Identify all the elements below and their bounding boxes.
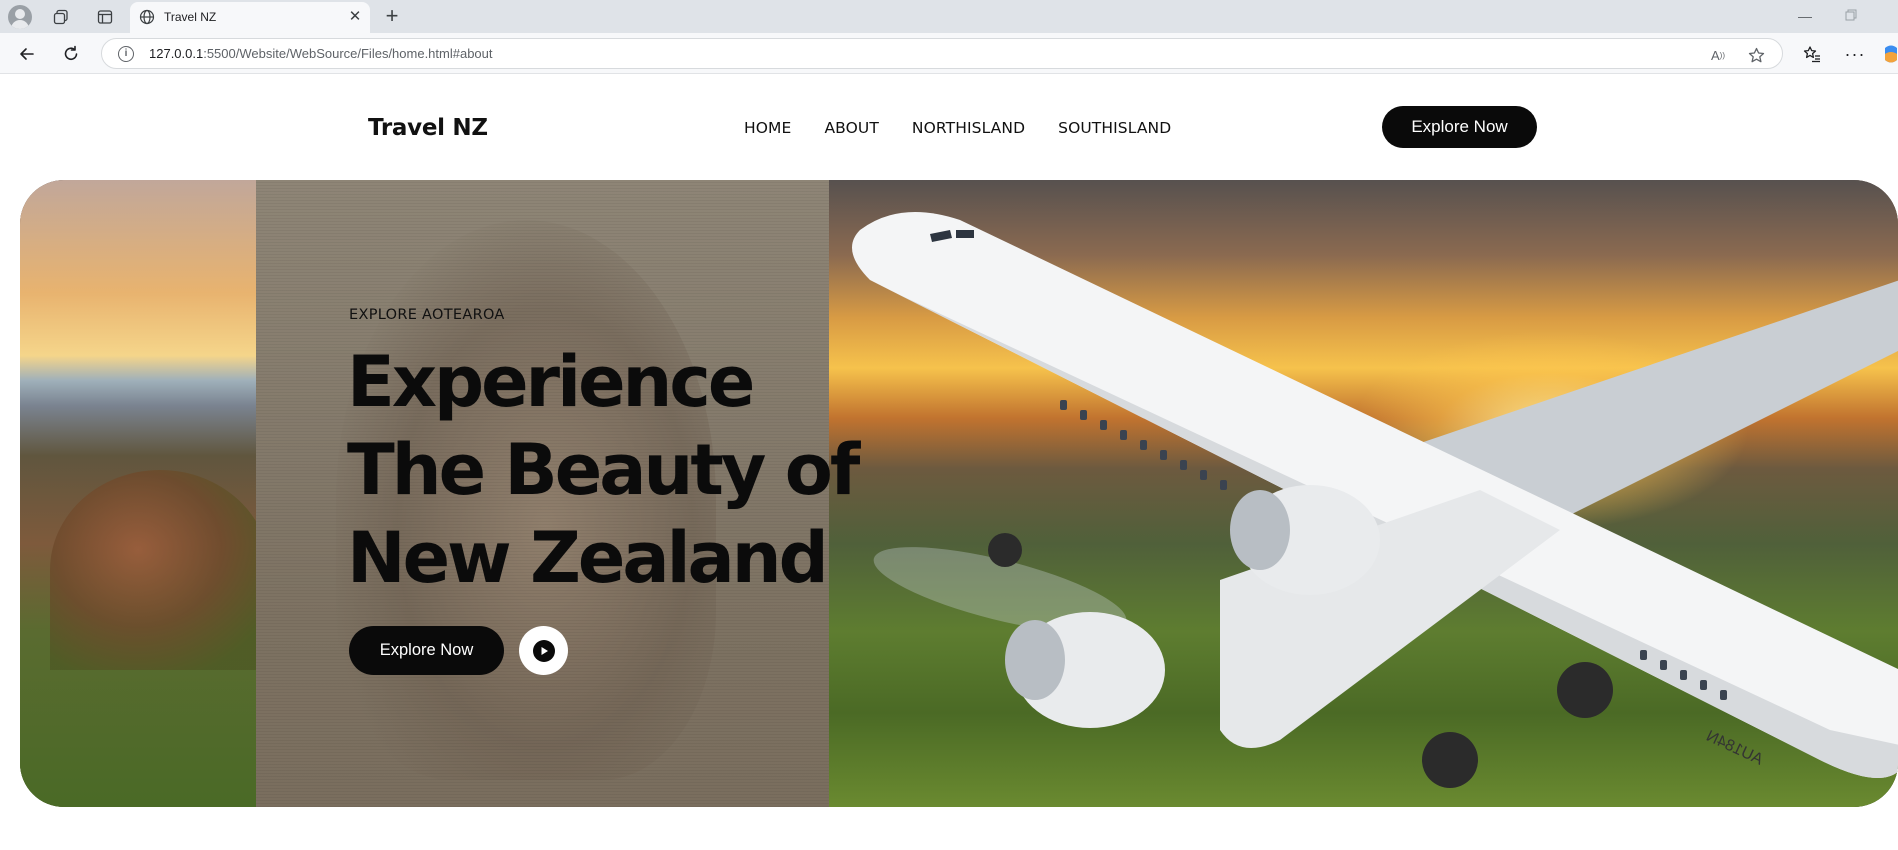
copilot-icon[interactable] [1883, 42, 1898, 66]
hero-title-line-2: The Beauty of [347, 429, 860, 511]
restore-icon[interactable] [1840, 6, 1862, 26]
nav-about[interactable]: ABOUT [824, 119, 878, 137]
address-bar[interactable]: i 127.0.0.1:5500/Website/WebSource/Files… [101, 38, 1783, 69]
nav-southisland[interactable]: SOUTHISLAND [1058, 119, 1171, 137]
read-aloud-icon[interactable]: A)) [1708, 45, 1728, 65]
more-icon[interactable]: ··· [1843, 42, 1867, 66]
hero-explore-button[interactable]: Explore Now [349, 626, 504, 675]
globe-icon [139, 9, 155, 25]
browser-tabstrip: Travel NZ ✕ + — [0, 0, 1898, 33]
browser-tab[interactable]: Travel NZ ✕ [130, 2, 370, 33]
profile-icon[interactable] [8, 5, 32, 29]
plus-icon[interactable]: + [380, 5, 404, 29]
hero-banner: AU184N EXPLORE AOTEAROA Experience The B… [20, 180, 1898, 807]
workspaces-icon[interactable] [51, 7, 71, 27]
hero-title-line-1: Experience [347, 341, 755, 423]
hero-title: Experience The Beauty of New Zealand [347, 338, 860, 602]
page: Travel NZ HOME ABOUT NORTHISLAND SOUTHIS… [0, 75, 1898, 850]
close-icon[interactable]: ✕ [346, 8, 364, 26]
tab-actions-icon[interactable] [95, 7, 115, 27]
favorites-icon[interactable] [1800, 42, 1824, 66]
hill-shape [50, 470, 270, 670]
hero-title-line-3: New Zealand [347, 517, 829, 599]
tab-title: Travel NZ [164, 10, 217, 24]
nav-home[interactable]: HOME [744, 119, 791, 137]
airplane-image: AU184N [852, 212, 1898, 788]
main-nav: HOME ABOUT NORTHISLAND SOUTHISLAND [744, 119, 1171, 137]
play-icon [532, 639, 555, 662]
url-text[interactable]: 127.0.0.1:5500/Website/WebSource/Files/h… [149, 46, 493, 61]
minimize-icon[interactable]: — [1794, 6, 1816, 26]
back-icon[interactable] [15, 42, 39, 66]
plane-registration: AU184N [1703, 728, 1765, 769]
favorite-icon[interactable] [1746, 45, 1766, 65]
site-logo[interactable]: Travel NZ [368, 115, 488, 141]
info-icon[interactable]: i [118, 46, 134, 62]
hero-eyebrow: EXPLORE AOTEAROA [349, 307, 505, 323]
nav-northisland[interactable]: NORTHISLAND [912, 119, 1025, 137]
browser-toolbar: i 127.0.0.1:5500/Website/WebSource/Files… [0, 33, 1898, 74]
play-video-button[interactable] [519, 626, 568, 675]
header-explore-button[interactable]: Explore Now [1382, 106, 1537, 148]
reload-icon[interactable] [59, 42, 83, 66]
